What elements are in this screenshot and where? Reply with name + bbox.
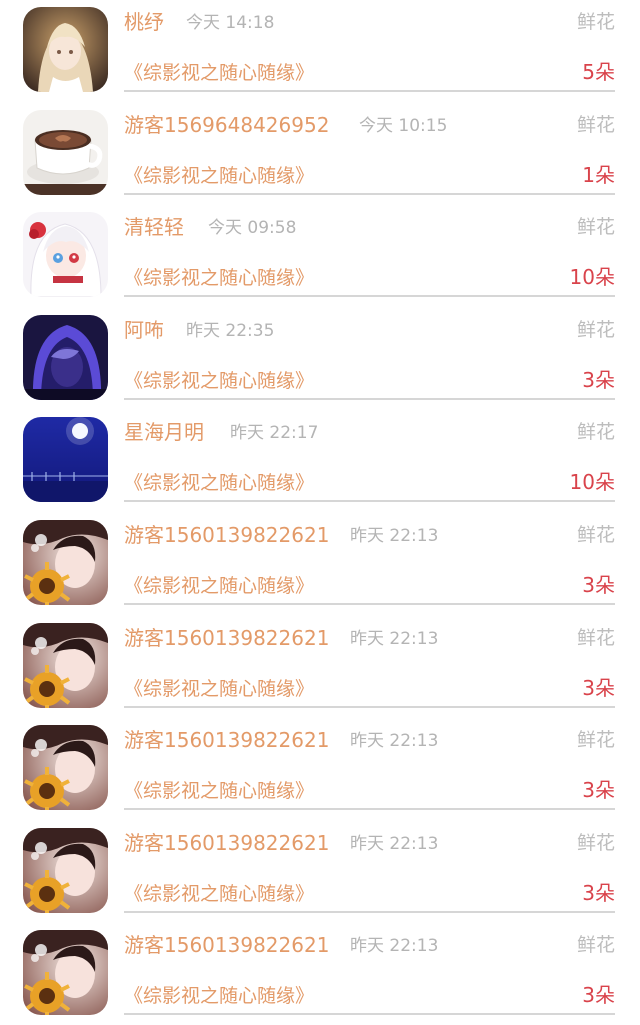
gift-count: 3朵 [582, 880, 615, 905]
book-title[interactable]: 《综影视之随心随缘》 [124, 469, 314, 497]
gift-record-list: 桃纾 今天 14:18 鲜花 《综影视之随心随缘》 5朵 游客156964842… [0, 0, 640, 1025]
row-divider [124, 295, 615, 298]
book-title[interactable]: 《综影视之随心随缘》 [124, 880, 314, 908]
gift-record-row[interactable]: 游客1560139822621 昨天 22:13 鲜花 《综影视之随心随缘》 3… [0, 820, 640, 923]
row-divider [124, 808, 615, 811]
gift-type: 鲜花 [576, 318, 615, 341]
user-name[interactable]: 星海月明 [124, 418, 204, 446]
book-title[interactable]: 《综影视之随心随缘》 [124, 59, 314, 87]
user-name[interactable]: 游客1569648426952 [124, 111, 329, 139]
row-divider [124, 192, 615, 195]
gift-count: 5朵 [582, 60, 615, 84]
gift-time: 今天 09:58 [208, 218, 297, 239]
gift-type: 鲜花 [576, 934, 615, 957]
gift-record-row[interactable]: 游客1560139822621 昨天 22:13 鲜花 《综影视之随心随缘》 3… [0, 615, 640, 718]
gift-type: 鲜花 [576, 523, 615, 546]
gift-time: 昨天 22:13 [350, 731, 439, 752]
row-divider [124, 910, 615, 913]
gift-time: 昨天 22:17 [230, 423, 319, 444]
row-divider [124, 602, 615, 605]
gift-time: 昨天 22:13 [350, 936, 439, 957]
gift-record-row[interactable]: 游客1560139822621 昨天 22:13 鲜花 《综影视之随心随缘》 3… [0, 717, 640, 820]
user-name[interactable]: 阿咘 [124, 316, 164, 344]
gift-record-row[interactable]: 游客1569648426952 今天 10:15 鲜花 《综影视之随心随缘》 1… [0, 102, 640, 205]
gift-type: 鲜花 [576, 831, 615, 854]
gift-type: 鲜花 [576, 421, 615, 444]
gift-count: 3朵 [582, 983, 615, 1008]
user-name[interactable]: 游客1560139822621 [124, 726, 329, 754]
sunflower-girl-avatar[interactable] [23, 930, 108, 1016]
row-divider [124, 1013, 615, 1016]
gift-record-row[interactable]: 游客1560139822621 昨天 22:13 鲜花 《综影视之随心随缘》 3… [0, 512, 640, 615]
book-title[interactable]: 《综影视之随心随缘》 [124, 162, 314, 190]
gift-count: 3朵 [582, 367, 615, 392]
gift-record-row[interactable]: 桃纾 今天 14:18 鲜花 《综影视之随心随缘》 5朵 [0, 0, 640, 102]
coffee-cup-avatar[interactable] [23, 109, 108, 195]
user-name[interactable]: 游客1560139822621 [124, 521, 329, 549]
moon-night-avatar[interactable] [23, 417, 108, 503]
gift-type: 鲜花 [576, 216, 615, 239]
row-divider [124, 397, 615, 400]
book-title[interactable]: 《综影视之随心随缘》 [124, 367, 314, 395]
sunflower-girl-avatar[interactable] [23, 622, 108, 708]
book-title[interactable]: 《综影视之随心随缘》 [124, 982, 314, 1010]
gift-record-row[interactable]: 游客1560139822621 昨天 22:13 鲜花 《综影视之随心随缘》 3… [0, 922, 640, 1025]
gift-type: 鲜花 [576, 113, 615, 136]
gift-type: 鲜花 [576, 729, 615, 752]
sunflower-girl-avatar[interactable] [23, 519, 108, 605]
hooded-person-avatar[interactable] [23, 314, 108, 400]
user-name[interactable]: 游客1560139822621 [124, 624, 329, 652]
gift-record-row[interactable]: 阿咘 昨天 22:35 鲜花 《综影视之随心随缘》 3朵 [0, 307, 640, 410]
gift-time: 今天 14:18 [186, 13, 275, 33]
book-title[interactable]: 《综影视之随心随缘》 [124, 675, 314, 703]
user-name[interactable]: 游客1560139822621 [124, 931, 329, 959]
user-name[interactable]: 桃纾 [124, 8, 164, 36]
user-name[interactable]: 游客1560139822621 [124, 829, 329, 857]
gift-count: 1朵 [582, 162, 615, 187]
sunflower-girl-avatar[interactable] [23, 725, 108, 811]
gift-time: 昨天 22:35 [186, 320, 275, 341]
book-title[interactable]: 《综影视之随心随缘》 [124, 777, 314, 805]
gift-type: 鲜花 [576, 11, 615, 33]
anime-white-hair-avatar[interactable] [23, 212, 108, 298]
book-title[interactable]: 《综影视之随心随缘》 [124, 264, 314, 292]
row-divider [124, 705, 615, 708]
row-divider [124, 500, 615, 503]
gift-time: 昨天 22:13 [350, 525, 439, 546]
sunflower-girl-avatar[interactable] [23, 827, 108, 913]
gift-count: 3朵 [582, 572, 615, 597]
book-title[interactable]: 《综影视之随心随缘》 [124, 572, 314, 600]
gift-count: 3朵 [582, 778, 615, 803]
gift-type: 鲜花 [576, 626, 615, 649]
anime-girl-avatar[interactable] [23, 7, 108, 92]
gift-count: 10朵 [569, 470, 615, 495]
gift-count: 10朵 [569, 265, 615, 290]
gift-time: 今天 10:15 [359, 115, 448, 136]
row-divider [124, 90, 615, 92]
gift-record-row[interactable]: 清轻轻 今天 09:58 鲜花 《综影视之随心随缘》 10朵 [0, 204, 640, 307]
gift-time: 昨天 22:13 [350, 628, 439, 649]
user-name[interactable]: 清轻轻 [124, 213, 184, 241]
gift-time: 昨天 22:13 [350, 833, 439, 854]
gift-count: 3朵 [582, 675, 615, 700]
gift-record-row[interactable]: 星海月明 昨天 22:17 鲜花 《综影视之随心随缘》 10朵 [0, 409, 640, 512]
